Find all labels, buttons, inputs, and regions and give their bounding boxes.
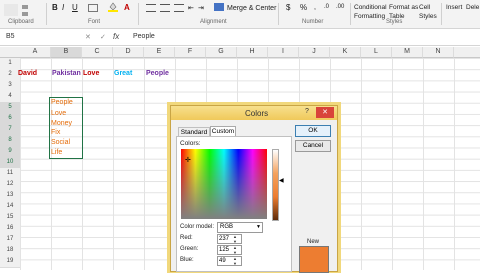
cell-b7[interactable]: Money (51, 120, 72, 127)
col-header-f[interactable]: F (175, 47, 206, 58)
merge-center-icon[interactable] (214, 3, 224, 11)
paste-icon[interactable] (4, 4, 18, 16)
font-group-label: Font (88, 19, 101, 25)
cell-styles-button[interactable]: Cell Styles (419, 3, 437, 21)
color-spectrum[interactable] (181, 149, 267, 219)
number-group-label: Number (302, 19, 324, 25)
increase-decimal-icon[interactable]: .0 (324, 3, 329, 12)
help-button[interactable]: ? (305, 108, 309, 115)
bold-button[interactable]: B (52, 3, 58, 12)
row-header-19[interactable]: 19 (0, 256, 21, 268)
col-header-c[interactable]: C (82, 47, 113, 58)
function-icon[interactable]: fx (113, 32, 119, 41)
color-model-select[interactable]: RGB ▼ (217, 222, 263, 233)
alignment-group-label: Alignment (200, 19, 227, 25)
decrease-decimal-icon[interactable]: .00 (336, 3, 344, 12)
styles-group-label: Styles (386, 19, 403, 25)
conditional-formatting-button[interactable]: Conditional Formatting (354, 3, 387, 21)
comma-button[interactable]: , (314, 3, 316, 12)
cell-c2[interactable]: Love (83, 70, 99, 77)
delete-button[interactable]: Dele (466, 3, 479, 12)
currency-button[interactable]: $ (286, 3, 290, 12)
cancel-entry-icon[interactable]: ✕ (85, 33, 91, 41)
col-header-k[interactable]: K (330, 47, 361, 58)
chevron-down-icon: ▼ (256, 224, 261, 230)
cell-b2[interactable]: Pakistan (52, 70, 81, 77)
blue-label: Blue: (180, 257, 194, 263)
indent-icon[interactable]: ⇤ (188, 4, 194, 13)
italic-button[interactable]: I (62, 3, 64, 12)
cell-e2[interactable]: People (146, 70, 169, 77)
percent-button[interactable]: % (300, 3, 307, 12)
luminance-slider[interactable] (272, 149, 279, 221)
borders-icon[interactable] (88, 4, 98, 12)
blue-input[interactable]: 49 (217, 256, 242, 266)
green-input[interactable]: 125 (217, 245, 242, 255)
align-right-icon[interactable] (174, 4, 184, 12)
ok-button[interactable]: OK (295, 125, 331, 137)
font-color-icon[interactable]: A (124, 3, 130, 12)
outdent-icon[interactable]: ⇥ (198, 4, 204, 13)
red-label: Red: (180, 235, 193, 241)
color-crosshair-icon[interactable]: ✛ (185, 156, 191, 164)
fill-color-icon[interactable] (108, 2, 118, 12)
col-header-g[interactable]: G (206, 47, 237, 58)
colors-label: Colors: (180, 140, 201, 147)
colors-dialog: Colors ? ✕ Standard Custom OK Cancel Col… (170, 105, 338, 273)
col-header-a[interactable]: A (20, 47, 51, 58)
blue-spinner-icon[interactable]: ▲ ▼ (233, 256, 237, 266)
merge-center-button[interactable]: Merge & Center (227, 4, 276, 13)
copy-icon[interactable] (22, 5, 28, 9)
cell-b8[interactable]: Fix (51, 129, 60, 136)
insert-button[interactable]: Insert (446, 3, 462, 12)
new-color-swatch (299, 246, 329, 273)
col-header-h[interactable]: H (237, 47, 268, 58)
cell-b5[interactable]: People (51, 99, 73, 106)
formula-bar: B5 ✕ ✓ fx People (0, 31, 480, 46)
col-header-e[interactable]: E (144, 47, 175, 58)
cell-b10[interactable]: Life (51, 149, 62, 156)
green-label: Green: (180, 246, 199, 252)
dialog-title: Colors (245, 109, 269, 118)
green-spinner-icon[interactable]: ▲ ▼ (233, 245, 237, 255)
underline-button[interactable]: U (72, 3, 78, 12)
col-header-b[interactable]: B (51, 47, 82, 58)
cancel-button[interactable]: Cancel (295, 140, 331, 152)
col-header-m[interactable]: M (392, 47, 423, 58)
dialog-title-bar[interactable]: Colors ? ✕ (171, 106, 337, 120)
cell-b9[interactable]: Social (51, 139, 70, 146)
cell-b6[interactable]: Love (51, 110, 66, 117)
col-header-d[interactable]: D (113, 47, 144, 58)
ribbon: Clipboard B I U A Font ⇤ ⇥ Merge & Cente… (0, 0, 480, 29)
format-painter-icon[interactable] (22, 12, 28, 16)
formula-input[interactable]: People (133, 33, 155, 40)
name-box[interactable]: B5 (6, 33, 66, 43)
col-header-blank (454, 47, 480, 58)
cell-d2[interactable]: Great (114, 70, 132, 77)
new-color-label: New (307, 239, 320, 245)
col-header-i[interactable]: I (268, 47, 299, 58)
clipboard-group-label: Clipboard (8, 19, 34, 25)
color-model-label: Color model: (180, 224, 215, 230)
cell-a2[interactable]: David (18, 70, 37, 77)
red-spinner-icon[interactable]: ▲ ▼ (233, 234, 237, 244)
red-input[interactable]: 237 (217, 234, 242, 244)
col-header-l[interactable]: L (361, 47, 392, 58)
confirm-entry-icon[interactable]: ✓ (100, 33, 106, 41)
close-button[interactable]: ✕ (316, 107, 334, 118)
align-left-icon[interactable] (146, 4, 156, 12)
col-header-j[interactable]: J (299, 47, 330, 58)
select-all-corner[interactable] (0, 47, 21, 58)
luminance-arrow-icon[interactable]: ◀ (279, 177, 284, 184)
col-header-n[interactable]: N (423, 47, 454, 58)
align-center-icon[interactable] (160, 4, 170, 12)
